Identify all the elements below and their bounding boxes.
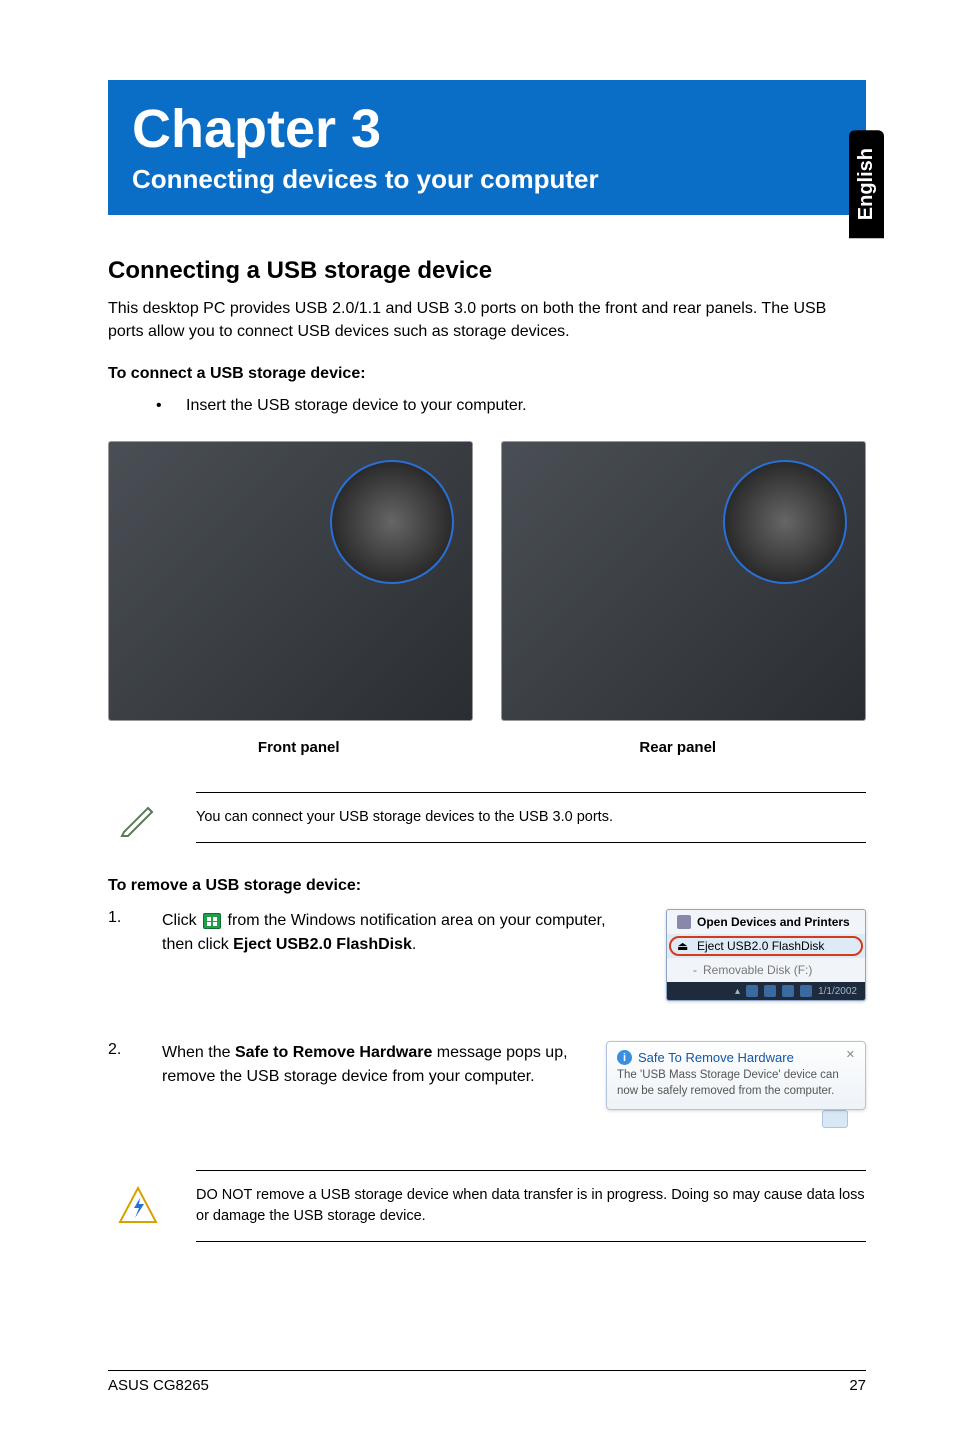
warning-note: DO NOT remove a USB storage device when … bbox=[108, 1170, 866, 1242]
popup-eject-row: ⏏ Eject USB2.0 FlashDisk bbox=[667, 934, 865, 958]
front-panel-label: Front panel bbox=[258, 739, 340, 756]
system-tray: ▴ 1/1/2002 bbox=[667, 982, 865, 1000]
tray-icon-2 bbox=[764, 985, 776, 997]
rear-panel-image bbox=[501, 441, 866, 721]
section-heading: Connecting a USB storage device bbox=[108, 257, 866, 285]
rear-panel-label: Rear panel bbox=[639, 739, 716, 756]
eject-popup-image: Open Devices and Printers ⏏ Eject USB2.0… bbox=[666, 909, 866, 1001]
info-icon: i bbox=[617, 1050, 632, 1065]
connect-bullet-text: Insert the USB storage device to your co… bbox=[186, 397, 527, 415]
tray-usb-icon bbox=[203, 913, 221, 929]
connect-label: To connect a USB storage device: bbox=[108, 365, 866, 383]
lightning-warning-icon bbox=[108, 1181, 168, 1231]
step-2-number: 2. bbox=[108, 1041, 144, 1059]
popup-open-devices: Open Devices and Printers bbox=[667, 910, 865, 934]
devices-icon bbox=[677, 915, 691, 929]
step-1-text: Click from the Windows notification area… bbox=[162, 909, 648, 957]
tray-icon-3 bbox=[782, 985, 794, 997]
balloon-close-icon: ✕ bbox=[846, 1048, 857, 1061]
tray-icon-1 bbox=[746, 985, 758, 997]
panel-images bbox=[108, 441, 866, 721]
section-intro: This desktop PC provides USB 2.0/1.1 and… bbox=[108, 297, 866, 343]
connect-bullet: • Insert the USB storage device to your … bbox=[108, 397, 866, 415]
chapter-subtitle: Connecting devices to your computer bbox=[132, 164, 842, 195]
chapter-banner: Chapter 3 Connecting devices to your com… bbox=[108, 80, 866, 215]
step-1: 1. Click from the Windows notification a… bbox=[108, 909, 866, 1001]
panel-labels: Front panel Rear panel bbox=[108, 739, 866, 756]
step-2: 2. When the Safe to Remove Hardware mess… bbox=[108, 1041, 866, 1130]
footer-model: ASUS CG8265 bbox=[108, 1377, 209, 1394]
eject-icon: ⏏ bbox=[677, 939, 691, 953]
remove-label: To remove a USB storage device: bbox=[108, 877, 866, 895]
balloon-title: i Safe To Remove Hardware bbox=[617, 1050, 855, 1065]
tray-up-icon: ▴ bbox=[735, 986, 740, 997]
note-usb3-text: You can connect your USB storage devices… bbox=[196, 792, 866, 843]
note-usb3: You can connect your USB storage devices… bbox=[108, 792, 866, 843]
safe-remove-balloon-image: ✕ i Safe To Remove Hardware The 'USB Mas… bbox=[606, 1041, 866, 1130]
popup-removable-row: - Removable Disk (F:) bbox=[667, 958, 865, 982]
step-1-number: 1. bbox=[108, 909, 144, 927]
page-footer: ASUS CG8265 27 bbox=[108, 1370, 866, 1394]
pen-note-icon bbox=[108, 793, 168, 843]
step-2-text: When the Safe to Remove Hardware message… bbox=[162, 1041, 588, 1089]
warning-text: DO NOT remove a USB storage device when … bbox=[196, 1170, 866, 1242]
balloon-tail-icon bbox=[822, 1110, 848, 1128]
tray-icon-4 bbox=[800, 985, 812, 997]
chapter-title: Chapter 3 bbox=[132, 98, 842, 160]
balloon-body: The 'USB Mass Storage Device' device can… bbox=[617, 1068, 855, 1099]
front-panel-image bbox=[108, 441, 473, 721]
footer-page-number: 27 bbox=[849, 1377, 866, 1394]
language-tab: English bbox=[849, 130, 884, 238]
bullet-icon: • bbox=[156, 397, 186, 415]
tray-date: 1/1/2002 bbox=[818, 986, 857, 997]
